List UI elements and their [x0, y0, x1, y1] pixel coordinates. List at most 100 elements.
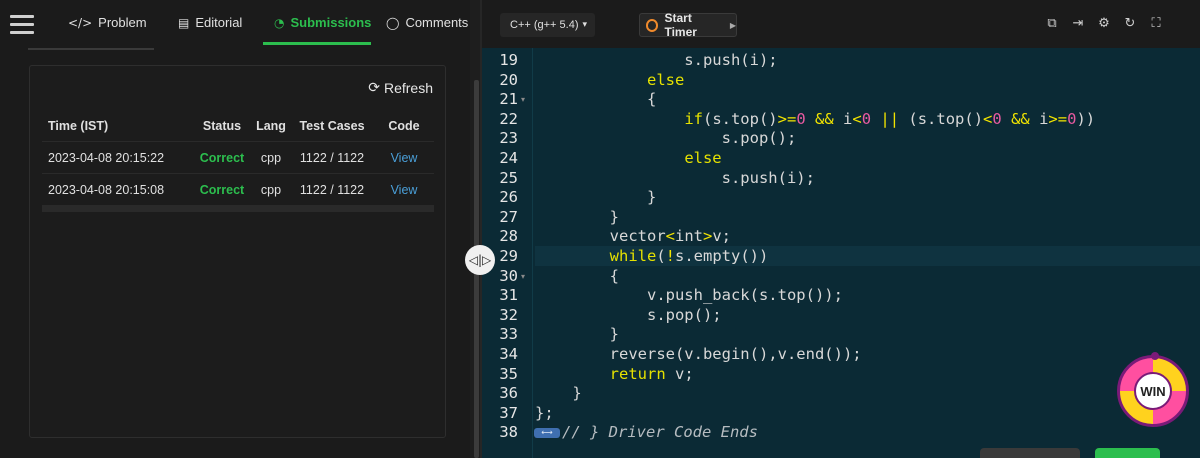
- code-line: 35 return v;: [482, 365, 1182, 385]
- line-number: 35: [499, 364, 518, 383]
- refresh-label: Refresh: [383, 80, 433, 96]
- app-root: </> Problem ▤ Editorial ◔ Submissions ◯ …: [0, 0, 1200, 458]
- tab-label: Comments: [405, 15, 469, 30]
- header-lang: Lang: [256, 118, 286, 133]
- tab-problem[interactable]: </> Problem: [68, 0, 147, 45]
- tab-label: Editorial: [195, 15, 243, 30]
- tab-editorial[interactable]: ▤ Editorial: [178, 0, 242, 45]
- copy-icon[interactable]: ⧉: [1044, 16, 1060, 32]
- submissions-card: ⟳ Refresh Time (IST) Status Lang Test Ca…: [29, 65, 446, 438]
- code-text: v.push_back(s.top());: [535, 286, 843, 305]
- settings-icon[interactable]: ⚙: [1096, 16, 1112, 32]
- line-number: 26: [499, 188, 518, 207]
- code-line: 34 reverse(v.begin(),v.end());: [482, 345, 1182, 365]
- reset-icon[interactable]: ↻: [1122, 16, 1138, 32]
- header-time: Time (IST): [48, 118, 109, 133]
- code-text: }: [535, 384, 582, 403]
- code-icon: </>: [68, 15, 93, 30]
- code-line: 32 s.pop();: [482, 306, 1182, 326]
- header-code: Code: [388, 118, 420, 133]
- clock-icon: ◔: [274, 15, 285, 30]
- code-line: 22 if(s.top()>=0 && i<0 || (s.top()<0 &&…: [482, 110, 1182, 130]
- cell-lang: cpp: [260, 150, 282, 165]
- tab-label: Submissions: [290, 15, 372, 30]
- win-label: WIN: [1134, 372, 1172, 410]
- exit-icon[interactable]: ⇥: [1070, 16, 1086, 32]
- fold-icon[interactable]: ▾: [521, 90, 525, 110]
- code-text: while(!s.empty()): [609, 247, 769, 265]
- play-icon: ▶: [729, 20, 736, 30]
- resize-handle[interactable]: ◁|▷: [465, 245, 495, 275]
- refresh-button[interactable]: ⟳ Refresh: [368, 80, 433, 96]
- code-text: {: [535, 266, 619, 285]
- line-number: 21: [499, 90, 518, 109]
- code-line: 28 vector<int>v;: [482, 227, 1182, 247]
- submit-button[interactable]: [1095, 448, 1160, 458]
- timer-label: Start Timer: [664, 11, 697, 39]
- header-status: Status: [202, 118, 242, 133]
- cell-time: 2023-04-08 20:15:22: [48, 150, 165, 165]
- code-text: else: [646, 70, 685, 89]
- code-text: }: [535, 207, 619, 226]
- line-number: 38: [499, 423, 518, 442]
- language-label: C++ (g++ 5.4): [510, 19, 579, 31]
- chevron-down-icon: ▾: [582, 20, 588, 30]
- tab-comments[interactable]: ◯ Comments: [386, 0, 468, 45]
- compile-button[interactable]: [980, 448, 1080, 458]
- code-text: }: [535, 188, 657, 207]
- line-number: 22: [499, 109, 518, 128]
- start-timer-button[interactable]: Start Timer ▶: [639, 11, 737, 39]
- line-number: 36: [499, 384, 518, 403]
- code-text: }: [535, 325, 619, 344]
- code-text: else: [684, 149, 722, 167]
- fold-icon[interactable]: ▾: [521, 267, 525, 287]
- line-number: 31: [499, 286, 518, 305]
- cell-tests: 1122 / 1122: [299, 150, 365, 165]
- code-editor[interactable]: 18 { s.empty());19 s.push(i);20 else21▾ …: [482, 48, 1200, 458]
- code-line: 31 v.push_back(s.top());: [482, 286, 1182, 306]
- code-line: 19 s.push(i);: [482, 51, 1182, 71]
- table-scrollbar[interactable]: [42, 206, 434, 212]
- code-line: 20 else: [482, 71, 1182, 91]
- line-number: 28: [499, 227, 518, 246]
- win-spinner-badge[interactable]: WIN: [1117, 352, 1189, 427]
- line-number: 24: [499, 149, 518, 167]
- code-line: 25 s.push(i);: [482, 169, 1182, 189]
- line-number: 27: [499, 207, 518, 226]
- code-line: 30 ▾ {: [482, 267, 1182, 287]
- language-select[interactable]: C++ (g++ 5.4) ▾: [500, 13, 595, 37]
- line-number: 34: [499, 345, 518, 363]
- code-text: vector<int>v;: [535, 227, 732, 246]
- view-link[interactable]: View: [374, 151, 434, 165]
- line-number: 32: [499, 305, 518, 324]
- code-line: 21 ▾ {: [482, 90, 1182, 110]
- code-line: 26 }: [482, 188, 1182, 208]
- line-number: 20: [499, 70, 518, 89]
- tab-label: Problem: [98, 15, 147, 30]
- code-line: 27 }: [482, 208, 1182, 228]
- line-number: 23: [499, 129, 518, 148]
- right-panel: C++ (g++ 5.4) ▾ Start Timer ▶ ⧉ ⇥ ⚙ ↻ ⛶ …: [482, 0, 1200, 458]
- code-line: 33 }: [482, 325, 1182, 345]
- table-header: Time (IST) Status Lang Test Cases Code: [42, 110, 434, 142]
- tab-submissions[interactable]: ◔ Submissions: [274, 0, 371, 45]
- code-line: 37};: [482, 404, 1182, 424]
- line-number: 19: [499, 51, 518, 69]
- folded-code-marker[interactable]: ⟷: [534, 428, 560, 439]
- code-line: 38 // } Driver Code Ends ⟷: [482, 423, 1182, 443]
- timer-icon: [646, 18, 659, 32]
- code-line: 36 }: [482, 384, 1182, 404]
- menu-icon[interactable]: [10, 15, 34, 35]
- code-text: reverse(v.begin(),v.end());: [535, 345, 862, 363]
- table-row: 2023-04-08 20:15:22 Correct cpp 1122 / 1…: [42, 142, 434, 174]
- cell-tests: 1122 / 1122: [299, 182, 365, 197]
- divider-line: [28, 48, 154, 50]
- view-link[interactable]: View: [374, 183, 434, 197]
- code-line: 23 s.pop();: [482, 129, 1182, 149]
- fullscreen-icon[interactable]: ⛶: [1148, 16, 1164, 32]
- code-line: 29 while(!s.empty()): [482, 247, 1182, 267]
- active-tab-indicator: [263, 42, 371, 45]
- badge-pin: [1151, 352, 1159, 360]
- code-line: 24 else: [482, 149, 1182, 169]
- cell-status: Correct: [199, 150, 245, 165]
